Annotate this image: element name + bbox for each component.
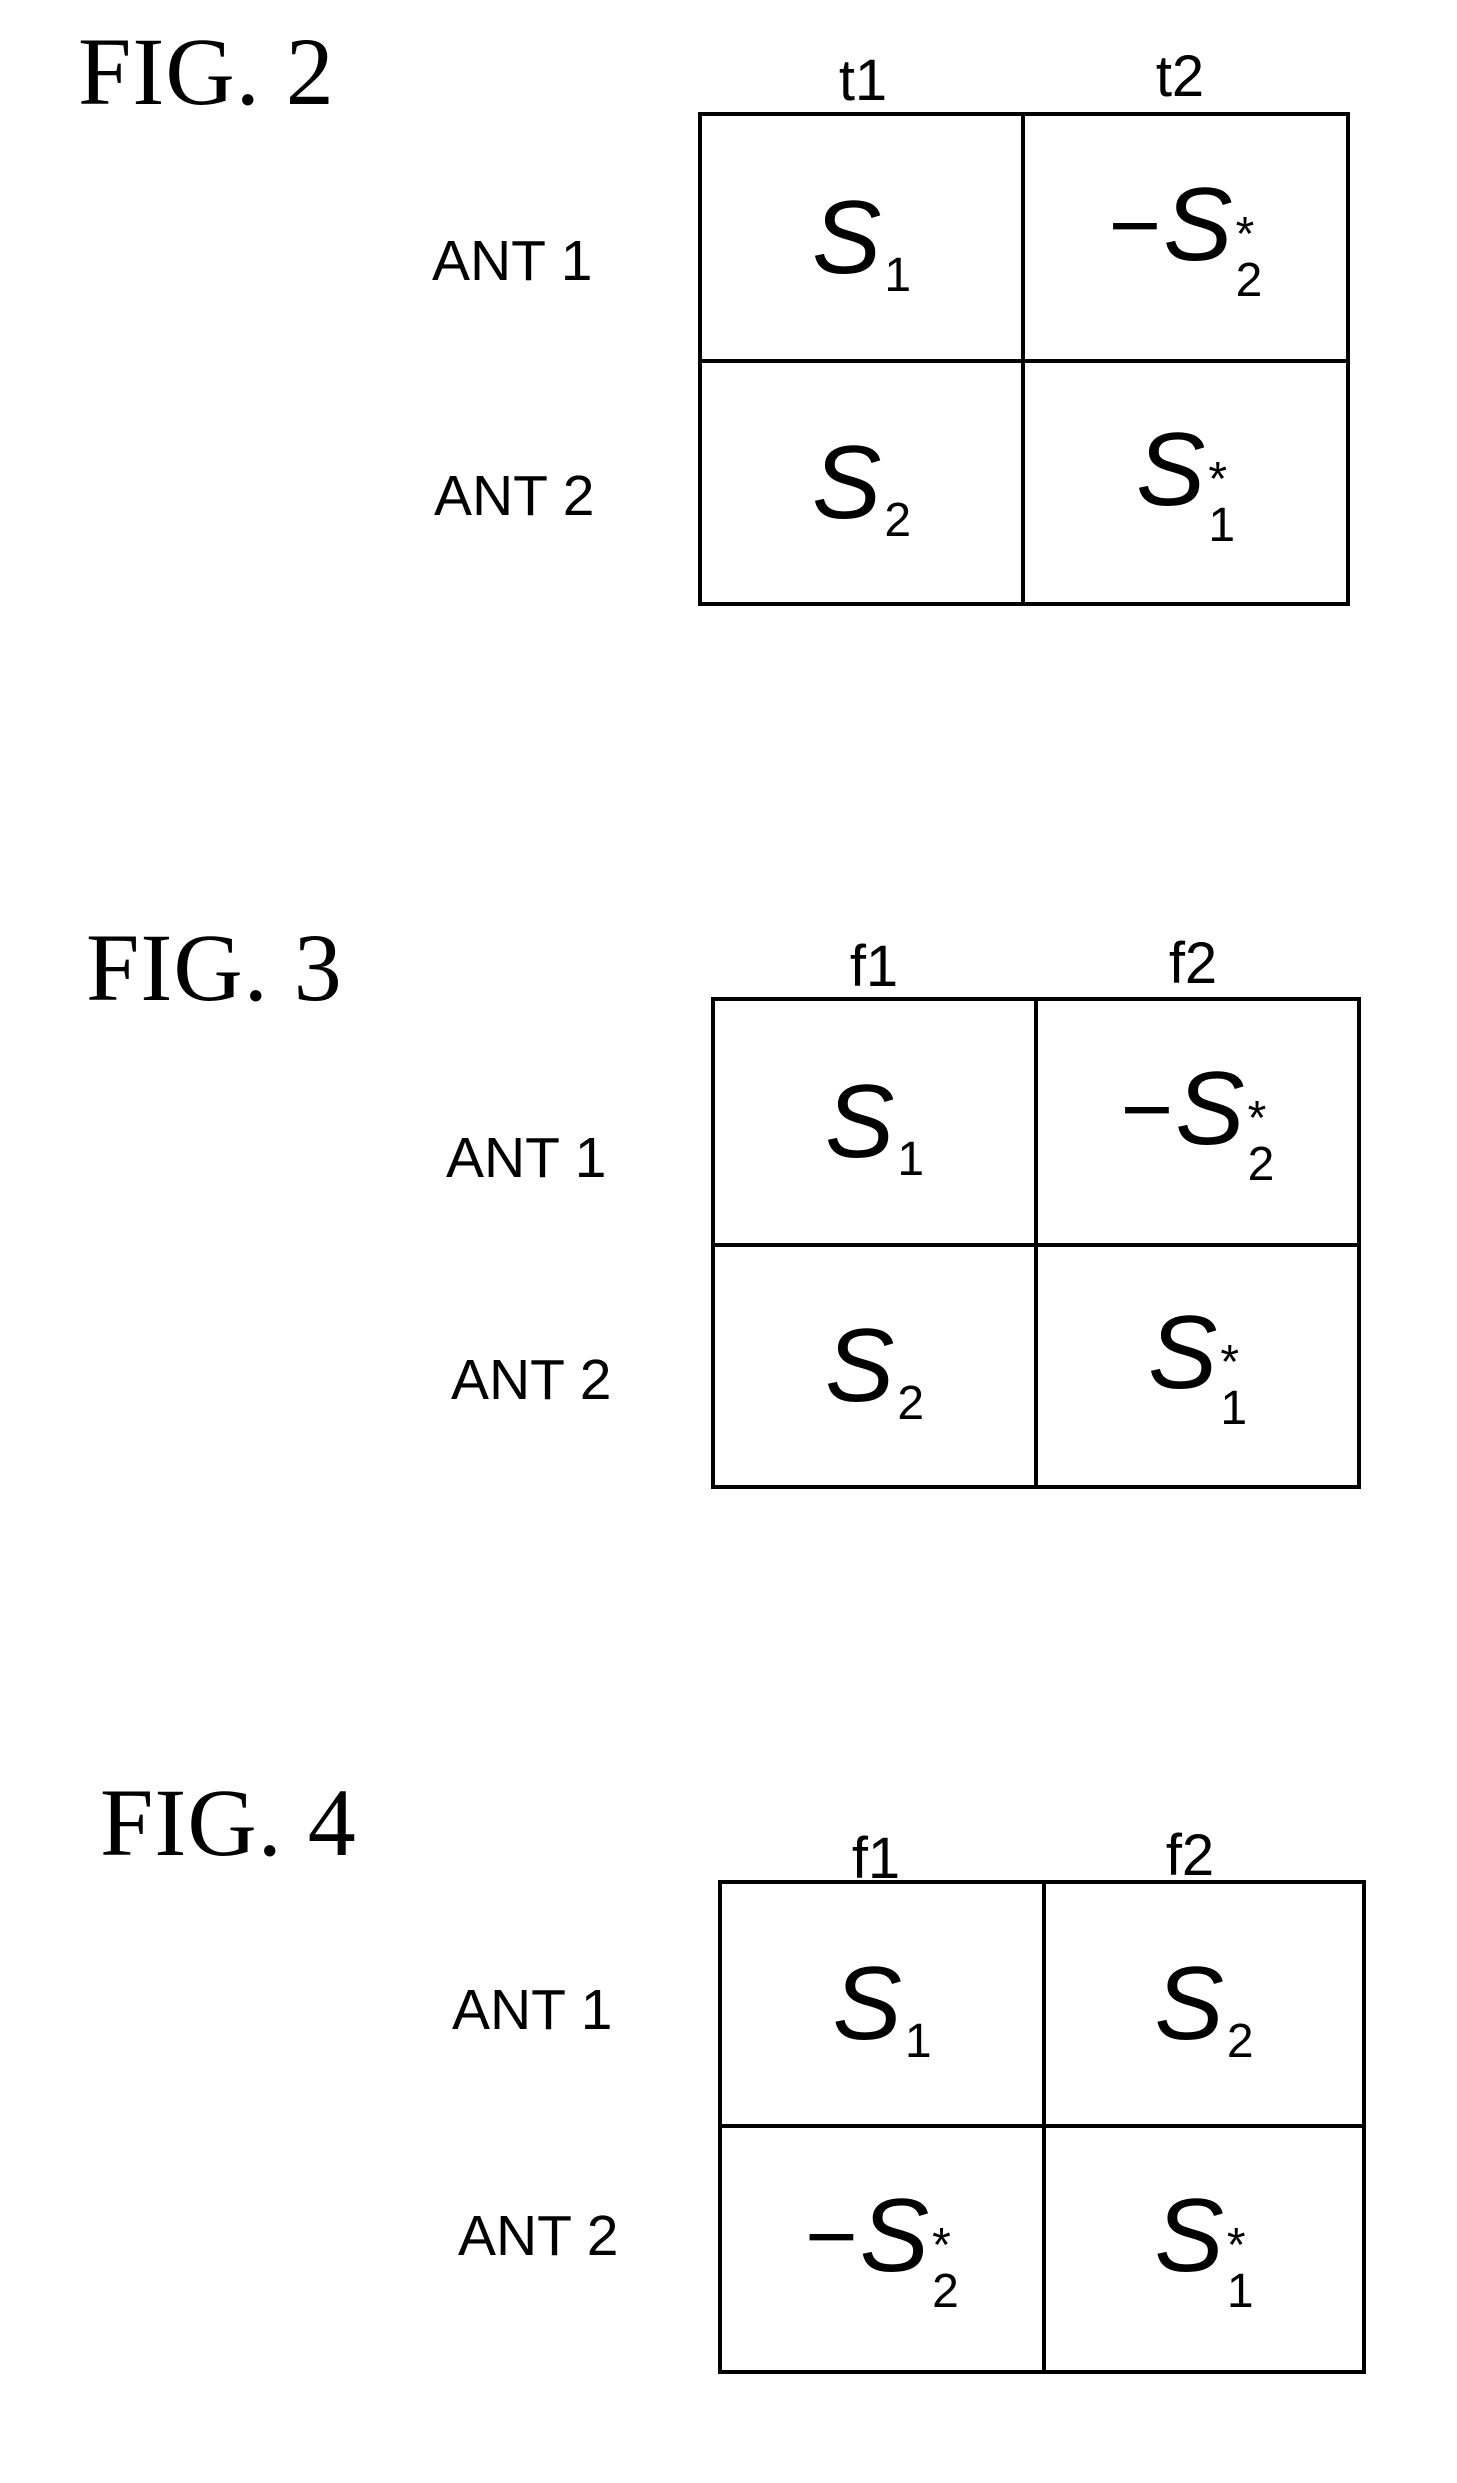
sign: − xyxy=(1120,1060,1174,1160)
row-label: ANT 1 xyxy=(452,1978,613,2042)
symbol-base: S xyxy=(1135,411,1206,528)
symbol-base: S xyxy=(824,1308,895,1424)
matrix-cell: S1 xyxy=(715,1001,1034,1243)
matrix-cell: S2 xyxy=(1046,1884,1362,2124)
symbol-subscript: 1 xyxy=(1220,1382,1248,1435)
symbol-base: S xyxy=(811,424,882,541)
symbol: S * 1 xyxy=(1147,1295,1248,1435)
symbol-base: S xyxy=(859,2178,930,2294)
matrix-cell: S * 1 xyxy=(1025,363,1346,602)
symbol-conjugate: * xyxy=(932,2219,951,2272)
row-label: ANT 2 xyxy=(451,1348,612,1412)
symbol: S * 1 xyxy=(1154,2178,1254,2318)
symbol-base: S xyxy=(1163,166,1233,283)
matrix-cell: S2 xyxy=(702,363,1021,602)
symbol: − S * 2 xyxy=(1120,1051,1275,1191)
matrix-cell: S2 xyxy=(715,1247,1034,1485)
symbol-subscript: 2 xyxy=(884,493,912,547)
symbol-subscript: 1 xyxy=(1208,498,1236,552)
symbol: − S * 2 xyxy=(1108,166,1263,307)
symbol-conjugate: * xyxy=(1226,2219,1246,2272)
symbol: S1 xyxy=(824,1064,924,1184)
symbol-base: S xyxy=(832,1946,902,2062)
matrix-cell: S * 1 xyxy=(1038,1247,1357,1485)
matrix-grid: S1 − S * 2 S2 S * 1 xyxy=(711,997,1361,1489)
matrix-cell: S * 1 xyxy=(1046,2128,1362,2370)
symbol-conjugate: * xyxy=(1247,1092,1267,1145)
symbol-subscript: 2 xyxy=(1247,1138,1275,1191)
symbol-base: S xyxy=(1154,2178,1224,2294)
column-label: f2 xyxy=(1165,1823,1215,1888)
symbol: S * 1 xyxy=(1135,411,1236,552)
symbol-base: S xyxy=(811,179,882,296)
symbol-subscript: 1 xyxy=(904,2015,932,2068)
figure-title: FIG. 4 xyxy=(100,1769,357,1876)
symbol: − S * 2 xyxy=(805,2178,959,2318)
matrix-grid: S1 − S * 2 S2 S * 1 xyxy=(698,112,1350,606)
symbol-subscript: 2 xyxy=(1235,253,1263,307)
row-label: ANT 2 xyxy=(434,464,595,528)
column-label: f2 xyxy=(1168,931,1218,996)
symbol-conjugate: * xyxy=(1208,452,1228,506)
sign: − xyxy=(805,2187,858,2287)
symbol-subscript: 2 xyxy=(1226,2015,1254,2068)
symbol: S1 xyxy=(811,179,911,300)
row-label: ANT 2 xyxy=(458,2204,619,2268)
row-label: ANT 1 xyxy=(432,229,593,293)
symbol: S2 xyxy=(1154,1946,1253,2066)
symbol-subscript: 2 xyxy=(932,2265,959,2318)
symbol-subscript: 1 xyxy=(884,248,912,302)
figure-title: FIG. 2 xyxy=(78,18,335,125)
symbol-subscript: 1 xyxy=(897,1133,925,1186)
symbol: S2 xyxy=(811,424,911,545)
symbol-base: S xyxy=(1175,1051,1245,1167)
figure-title: FIG. 3 xyxy=(86,914,343,1021)
symbol-base: S xyxy=(824,1064,895,1180)
matrix-cell: − S * 2 xyxy=(1025,116,1346,359)
matrix-cell: S1 xyxy=(722,1884,1042,2124)
matrix-cell: − S * 2 xyxy=(722,2128,1042,2370)
column-label: t1 xyxy=(838,48,888,113)
column-label: t2 xyxy=(1155,44,1205,109)
symbol-subscript: 1 xyxy=(1226,2265,1254,2318)
matrix-grid: S1 S2 − S * 2 S * 1 xyxy=(718,1880,1366,2374)
matrix-cell: S1 xyxy=(702,116,1021,359)
symbol: S1 xyxy=(832,1946,931,2066)
symbol-subscript: 2 xyxy=(897,1377,925,1430)
matrix-cell: − S * 2 xyxy=(1038,1001,1357,1243)
sign: − xyxy=(1108,175,1162,276)
symbol-base: S xyxy=(1147,1295,1218,1411)
row-label: ANT 1 xyxy=(446,1126,607,1190)
symbol-conjugate: * xyxy=(1220,1336,1240,1389)
symbol: S2 xyxy=(824,1308,924,1428)
symbol-conjugate: * xyxy=(1235,207,1255,261)
column-label: f1 xyxy=(849,934,899,999)
symbol-base: S xyxy=(1154,1946,1224,2062)
